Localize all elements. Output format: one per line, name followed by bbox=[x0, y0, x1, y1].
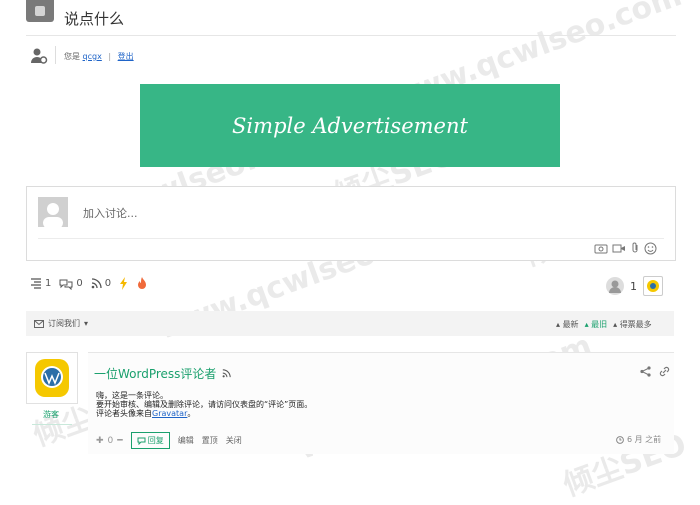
participant-avatar[interactable] bbox=[643, 276, 663, 296]
pin-link[interactable]: 置顶 bbox=[202, 435, 218, 446]
comment-actions: ✚ 0 ━ 回复 编辑 置顶 关闭 bbox=[96, 432, 242, 449]
separator: | bbox=[108, 52, 112, 61]
camera-icon[interactable] bbox=[594, 242, 608, 254]
sort-newest[interactable]: ▴ 最新 bbox=[556, 319, 579, 330]
avatar[interactable] bbox=[26, 352, 78, 404]
threads-count: 1 bbox=[45, 278, 52, 289]
comment-line: 要开始审核、编辑及删除评论，请访问仪表盘的“评论”页面。 bbox=[96, 400, 313, 409]
username-link[interactable]: qcgx bbox=[83, 52, 102, 61]
subscribe-dropdown[interactable]: 订阅我们 ▾ bbox=[34, 318, 88, 329]
advertisement-banner[interactable]: Simple Advertisement bbox=[140, 84, 560, 167]
author-name[interactable]: 一位WordPress评论者 bbox=[94, 365, 216, 382]
attachment-icon[interactable] bbox=[630, 242, 640, 254]
mail-icon bbox=[34, 319, 44, 328]
video-icon[interactable] bbox=[612, 242, 626, 254]
edit-link[interactable]: 编辑 bbox=[178, 435, 194, 446]
clock-icon bbox=[616, 435, 624, 444]
gravatar-link[interactable]: Gravatar bbox=[152, 409, 187, 418]
sort-oldest[interactable]: ▴ 最旧 bbox=[585, 319, 608, 330]
comment-line: 嗨，这是一条评论。 bbox=[96, 391, 168, 400]
login-status: 您是 qcgx | 登出 bbox=[64, 51, 134, 62]
chevron-down-icon: ▾ bbox=[84, 319, 89, 328]
link-icon[interactable] bbox=[659, 366, 670, 377]
divider bbox=[26, 35, 676, 36]
role-badge: 游客 bbox=[43, 410, 59, 419]
close-link[interactable]: 关闭 bbox=[226, 435, 242, 446]
participants-icon bbox=[606, 277, 624, 295]
divider bbox=[55, 46, 56, 64]
followers-stat: 0 bbox=[91, 278, 111, 289]
comment-time: 6 月 之前 bbox=[616, 434, 661, 445]
reply-icon bbox=[137, 437, 146, 445]
subscribe-label: 订阅我们 bbox=[48, 319, 80, 328]
emoji-icon[interactable] bbox=[644, 242, 657, 255]
comment-text: 嗨，这是一条评论。 要开始审核、编辑及删除评论，请访问仪表盘的“评论”页面。 评… bbox=[96, 391, 312, 418]
comment-toolbar bbox=[594, 242, 657, 256]
comment-share-tools bbox=[640, 366, 670, 377]
replies-icon bbox=[59, 279, 73, 290]
rss-icon[interactable] bbox=[222, 369, 232, 378]
sort-options: ▴ 最新 ▴ 最旧 ▴ 得票最多 bbox=[556, 319, 652, 330]
lightning-icon[interactable] bbox=[119, 277, 129, 290]
comment-form[interactable] bbox=[26, 186, 676, 261]
share-icon[interactable] bbox=[640, 366, 651, 377]
comment-input[interactable]: 加入讨论... bbox=[83, 205, 138, 221]
followers-count: 0 bbox=[104, 278, 112, 289]
threads-stat: 1 bbox=[30, 278, 51, 289]
replies-count: 0 bbox=[76, 278, 83, 289]
threads-icon bbox=[31, 278, 41, 289]
reply-button[interactable]: 回复 bbox=[130, 432, 170, 449]
rss-icon bbox=[91, 278, 102, 289]
vote-control: ✚ 0 ━ bbox=[96, 436, 123, 446]
upvote-icon[interactable]: ✚ bbox=[96, 436, 104, 446]
divider bbox=[38, 238, 664, 239]
comment-author: 一位WordPress评论者 bbox=[94, 365, 232, 382]
sort-most-voted[interactable]: ▴ 得票最多 bbox=[613, 319, 652, 330]
user-settings-icon[interactable] bbox=[30, 47, 48, 65]
participants-stat: 1 bbox=[606, 276, 663, 296]
fire-icon[interactable] bbox=[137, 277, 147, 290]
page-title: 说点什么 bbox=[64, 10, 125, 28]
login-prefix: 您是 bbox=[64, 52, 80, 61]
divider bbox=[32, 424, 72, 425]
logout-link[interactable]: 登出 bbox=[118, 52, 134, 61]
downvote-icon[interactable]: ━ bbox=[117, 436, 122, 446]
discussion-stats: 1 0 0 bbox=[30, 277, 147, 290]
avatar bbox=[38, 197, 68, 227]
participants-count: 1 bbox=[630, 279, 637, 293]
replies-stat: 0 bbox=[59, 278, 83, 290]
comment-line: 评论者头像来自Gravatar。 bbox=[96, 409, 196, 418]
discussion-icon bbox=[26, 0, 54, 22]
vote-count: 0 bbox=[107, 435, 114, 446]
